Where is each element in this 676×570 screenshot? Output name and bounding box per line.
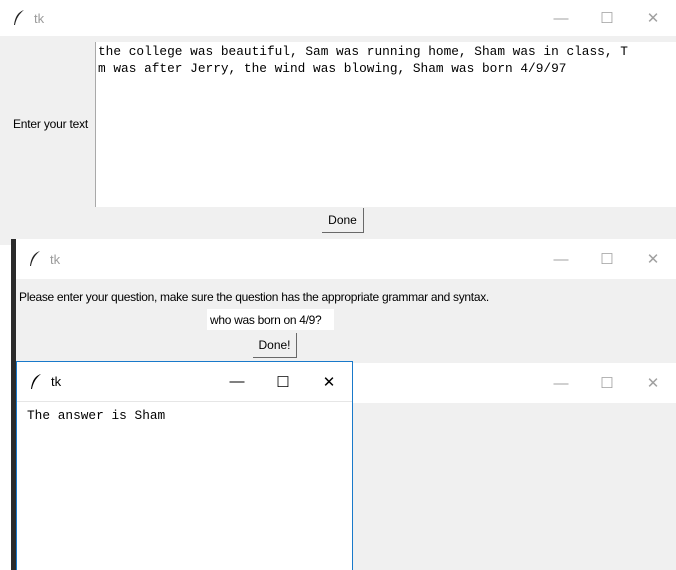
minimize-button[interactable]: — [538, 363, 584, 403]
minimize-button[interactable]: — [214, 362, 260, 401]
close-button[interactable]: ✕ [630, 0, 676, 36]
title-bar[interactable]: tk — ☐ ✕ [17, 362, 352, 401]
close-button[interactable]: ✕ [630, 363, 676, 403]
done-button[interactable]: Done [322, 208, 364, 233]
text-area[interactable]: the college was beautiful, Sam was runni… [95, 42, 676, 207]
question-input[interactable] [207, 309, 334, 330]
feather-icon [28, 250, 42, 268]
window-title: tk [50, 251, 61, 267]
window-title: tk [34, 10, 45, 26]
maximize-button[interactable]: ☐ [584, 0, 630, 36]
enter-text-label: Enter your text [13, 117, 89, 131]
title-bar[interactable]: tk — ☐ ✕ [0, 0, 676, 36]
close-button[interactable]: ✕ [306, 362, 352, 401]
minimize-button[interactable]: — [538, 239, 584, 279]
question-prompt: Please enter your question, make sure th… [19, 290, 489, 304]
window-body: The answer is Sham [17, 401, 352, 570]
title-bar[interactable]: tk — ☐ ✕ [16, 239, 676, 279]
maximize-button[interactable]: ☐ [584, 239, 630, 279]
window-title: tk [51, 374, 62, 389]
maximize-button[interactable]: ☐ [260, 362, 306, 401]
maximize-button[interactable]: ☐ [584, 363, 630, 403]
close-button[interactable]: ✕ [630, 239, 676, 279]
done-button[interactable]: Done! [253, 333, 297, 358]
answer-text: The answer is Sham [27, 408, 166, 423]
text-entry-window: tk — ☐ ✕ Enter your text the college was… [0, 0, 676, 245]
feather-icon [29, 373, 43, 391]
feather-icon [12, 9, 26, 27]
answer-window: tk — ☐ ✕ The answer is Sham [16, 361, 353, 570]
minimize-button[interactable]: — [538, 0, 584, 36]
